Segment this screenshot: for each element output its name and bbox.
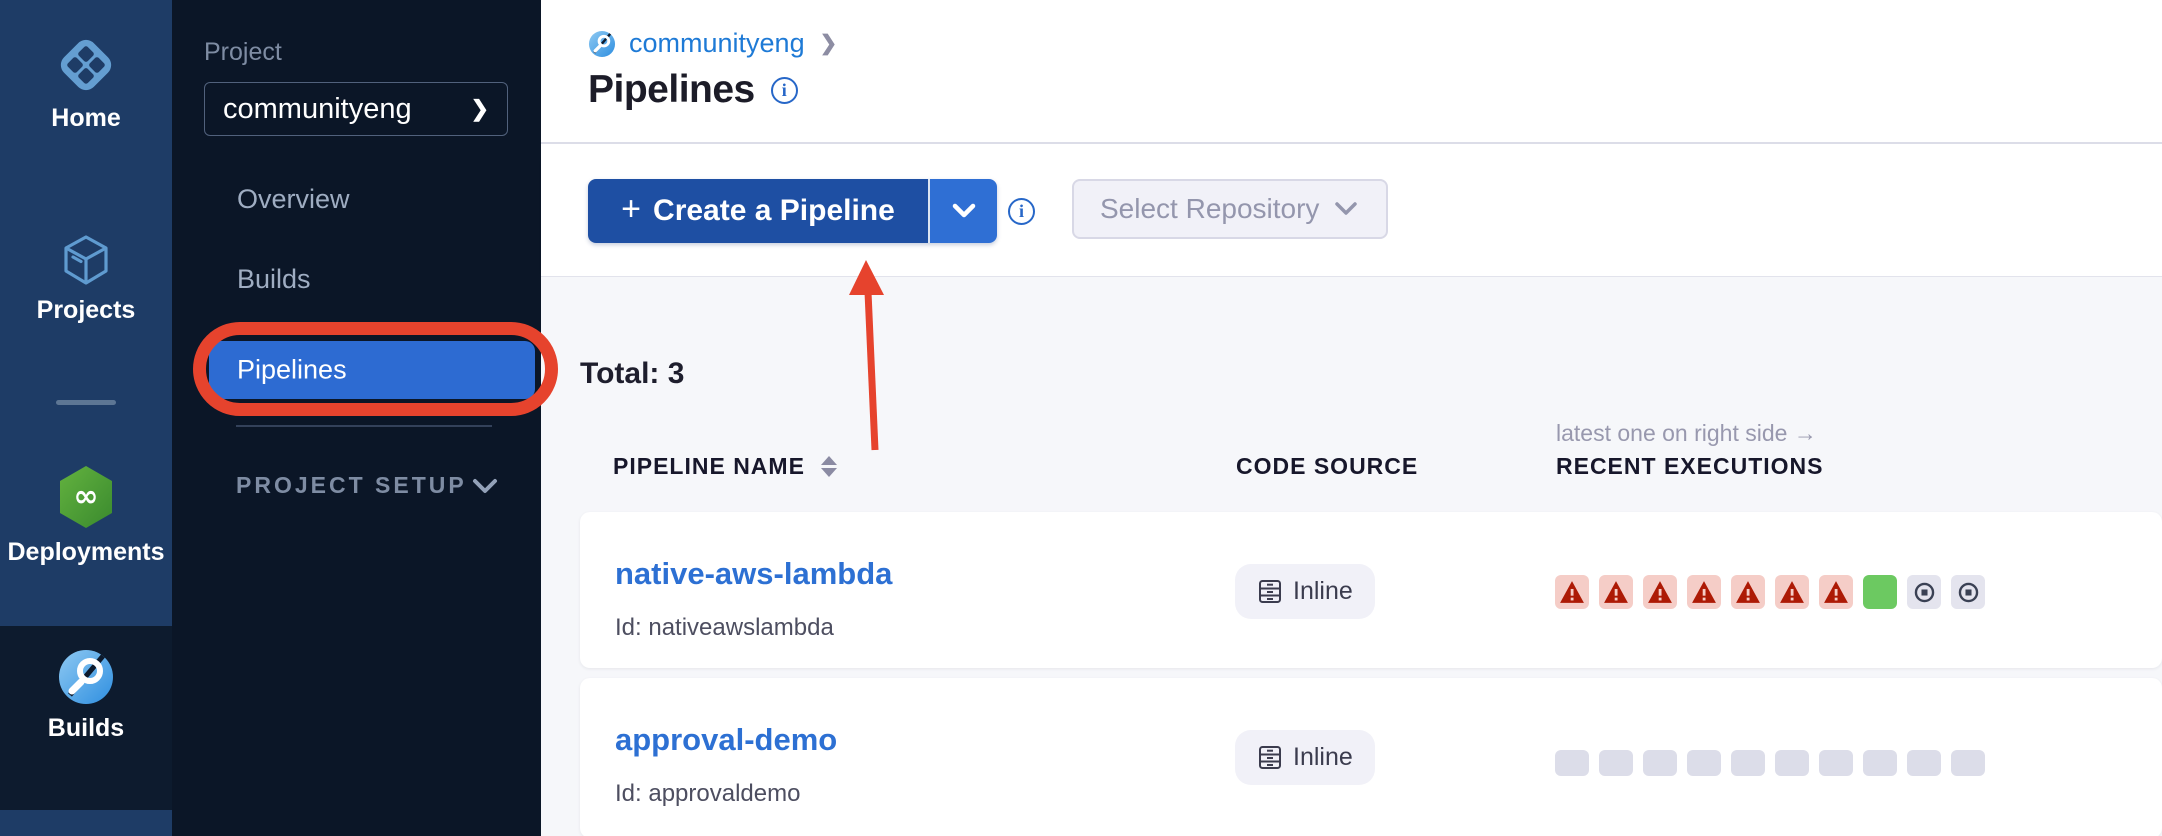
main-content: communityeng ❯ Pipelines i + Create a Pi… <box>541 0 2162 836</box>
chevron-right-icon: ❯ <box>471 96 489 122</box>
plus-icon: + <box>621 190 641 229</box>
ci-module-icon <box>588 30 616 58</box>
execution-status-empty <box>1731 750 1765 776</box>
execution-status-empty <box>1643 750 1677 776</box>
repository-select[interactable]: Select Repository <box>1072 179 1388 239</box>
pipeline-id: Id: approvaldemo <box>615 780 800 808</box>
project-selector-value: communityeng <box>223 93 412 126</box>
rail-item-deployments[interactable]: ∞ Deployments <box>0 464 172 567</box>
pipeline-id: Id: nativeawslambda <box>615 614 834 642</box>
deployments-icon: ∞ <box>57 464 115 530</box>
create-pipeline-button[interactable]: + Create a Pipeline <box>588 179 997 243</box>
builds-icon <box>57 648 115 706</box>
failed-icon <box>1603 580 1629 604</box>
inline-store-icon <box>1257 578 1283 605</box>
execution-status-success[interactable] <box>1863 575 1897 609</box>
pipelines-list: Total: 3 latest one on right side → PIPE… <box>541 277 2162 836</box>
column-header-code-source: CODE SOURCE <box>1236 453 1418 480</box>
execution-status-failed[interactable] <box>1599 575 1633 609</box>
total-count: Total: 3 <box>580 357 684 391</box>
execution-status-empty <box>1863 750 1897 776</box>
sidebar-item-overview[interactable]: Overview <box>237 184 350 215</box>
column-header-pipeline-name[interactable]: PIPELINE NAME <box>613 453 837 480</box>
rail-item-home[interactable]: Home <box>0 34 172 133</box>
project-section-label: Project <box>204 38 282 67</box>
breadcrumb-chevron-icon: ❯ <box>820 31 838 56</box>
pipeline-row-native-aws-lambda[interactable]: native-aws-lambda Id: nativeawslambda In… <box>580 512 2162 668</box>
page-title: Pipelines <box>588 68 755 112</box>
failed-icon <box>1647 580 1673 604</box>
title-info-icon[interactable]: i <box>771 77 798 104</box>
chevron-down-icon <box>949 200 979 222</box>
execution-status-failed[interactable] <box>1819 575 1853 609</box>
toolbar: + Create a Pipeline i Select Repository <box>541 144 2162 277</box>
create-pipeline-label: Create a Pipeline <box>653 194 895 228</box>
rail-label-projects: Projects <box>0 296 172 325</box>
execution-status-failed[interactable] <box>1775 575 1809 609</box>
rail-divider <box>56 400 116 405</box>
project-setup-toggle[interactable]: PROJECT SETUP <box>236 472 467 499</box>
home-icon <box>55 34 117 96</box>
aborted-icon <box>1912 580 1937 605</box>
rail-bottom-section-bg <box>0 810 172 836</box>
breadcrumb: communityeng ❯ <box>588 28 837 59</box>
execution-status-empty <box>1819 750 1853 776</box>
failed-icon <box>1779 580 1805 604</box>
failed-icon <box>1823 580 1849 604</box>
svg-text:∞: ∞ <box>74 479 99 514</box>
breadcrumb-project-link[interactable]: communityeng <box>629 28 805 59</box>
sidebar-item-builds[interactable]: Builds <box>237 264 311 295</box>
pipeline-row-approval-demo[interactable]: approval-demo Id: approvaldemo Inline <box>580 678 2162 836</box>
chevron-down-icon <box>1332 199 1360 219</box>
execution-status-failed[interactable] <box>1555 575 1589 609</box>
execution-status-empty <box>1599 750 1633 776</box>
create-pipeline-dropdown-toggle[interactable] <box>930 179 997 243</box>
sidebar-divider <box>236 425 492 427</box>
recent-executions-strip <box>1555 575 1985 609</box>
column-header-recent-executions: RECENT EXECUTIONS <box>1556 453 1823 480</box>
sidebar-item-pipelines-active[interactable]: Pipelines <box>209 341 535 399</box>
inline-store-icon <box>1257 744 1283 771</box>
pipeline-name-link[interactable]: approval-demo <box>615 722 837 758</box>
execution-status-empty <box>1687 750 1721 776</box>
execution-status-empty <box>1907 750 1941 776</box>
pipelines-page: Home Projects ∞ Deployment <box>0 0 2162 836</box>
module-rail: Home Projects ∞ Deployment <box>0 0 172 836</box>
execution-status-empty <box>1555 750 1589 776</box>
rail-label-deployments: Deployments <box>0 538 172 567</box>
create-pipeline-info-icon[interactable]: i <box>1008 198 1035 225</box>
execution-status-empty <box>1775 750 1809 776</box>
sort-icon[interactable] <box>821 456 837 477</box>
rail-item-builds[interactable]: Builds <box>0 648 172 743</box>
failed-icon <box>1735 580 1761 604</box>
project-selector[interactable]: communityeng ❯ <box>204 82 508 136</box>
executions-note: latest one on right side → <box>1556 420 1817 447</box>
chevron-down-icon[interactable] <box>468 474 502 498</box>
execution-status-aborted[interactable] <box>1907 575 1941 609</box>
recent-executions-strip <box>1555 750 1985 776</box>
projects-icon <box>58 232 114 288</box>
execution-status-empty <box>1951 750 1985 776</box>
pipeline-name-link[interactable]: native-aws-lambda <box>615 556 892 592</box>
code-source-badge: Inline <box>1235 730 1375 785</box>
rail-label-builds: Builds <box>0 714 172 743</box>
execution-status-failed[interactable] <box>1643 575 1677 609</box>
failed-icon <box>1691 580 1717 604</box>
rail-item-projects[interactable]: Projects <box>0 232 172 325</box>
execution-status-failed[interactable] <box>1731 575 1765 609</box>
aborted-icon <box>1956 580 1981 605</box>
execution-status-aborted[interactable] <box>1951 575 1985 609</box>
code-source-badge: Inline <box>1235 564 1375 619</box>
project-sidebar: Project communityeng ❯ Overview Builds P… <box>172 0 541 836</box>
sidebar-item-pipelines-label: Pipelines <box>237 355 347 386</box>
rail-label-home: Home <box>0 104 172 133</box>
execution-status-failed[interactable] <box>1687 575 1721 609</box>
repository-select-placeholder: Select Repository <box>1100 193 1319 225</box>
failed-icon <box>1559 580 1585 604</box>
